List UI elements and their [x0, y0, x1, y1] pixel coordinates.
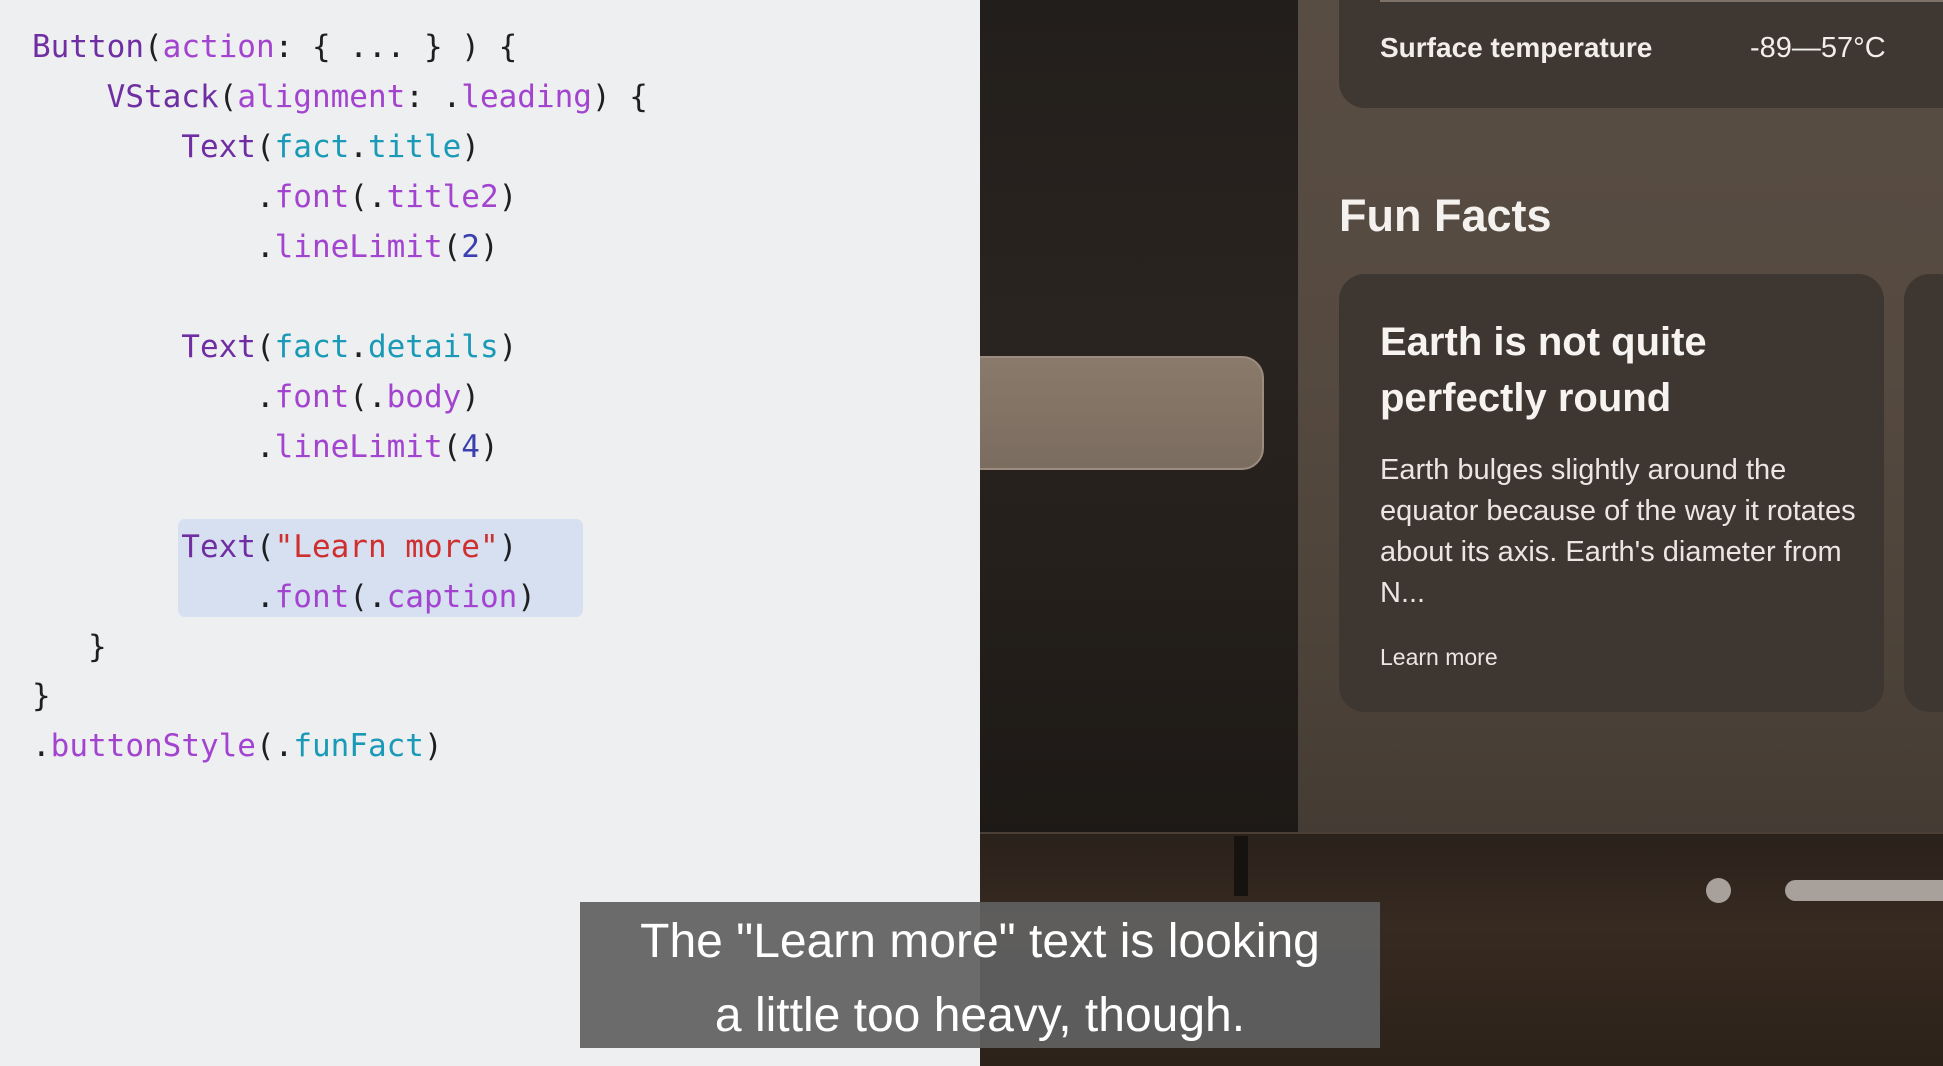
code-token: lineLimit [274, 429, 443, 465]
section-title: Fun Facts [1339, 190, 1552, 241]
code-token: font [274, 179, 350, 215]
code-token: . [32, 379, 275, 415]
code-token: funFact [293, 728, 424, 764]
code-token: Text [32, 129, 256, 165]
code-token: ( [255, 129, 275, 165]
window-close-dot[interactable] [1706, 878, 1731, 903]
code-token: (. [349, 379, 387, 415]
code-token: ) [423, 728, 443, 764]
code-token: action [162, 29, 275, 65]
code-token: ) [498, 529, 518, 565]
code-token: (. [255, 728, 294, 764]
code-token: ) [479, 429, 499, 465]
code-line: .font(.title2) [32, 172, 517, 222]
code-line: Button(action: { ... } ) { [32, 22, 517, 72]
next-fact-card[interactable] [1904, 274, 1943, 712]
code-token: : . [405, 79, 462, 115]
subtitle-caption: The "Learn more" text is looking a littl… [580, 902, 1380, 1048]
code-line: } [32, 671, 51, 721]
learn-more-label: Learn more [1380, 644, 1498, 670]
side-ornament [980, 356, 1264, 470]
code-token: font [274, 579, 350, 615]
code-token: ) [461, 129, 480, 165]
code-token: ( [143, 29, 163, 65]
code-line: Text("Learn more") [32, 522, 517, 572]
code-token: . [32, 179, 275, 215]
code-token: "Learn more" [274, 529, 499, 565]
code-token: caption [386, 579, 518, 615]
window-grab-bar[interactable] [1785, 880, 1943, 901]
code-token: ) [517, 579, 536, 615]
window-stand [1234, 836, 1248, 896]
temperature-value: -89—57°C [1750, 32, 1886, 64]
code-token: ( [442, 229, 462, 265]
code-line: VStack(alignment: .leading) { [32, 72, 648, 122]
divider [1380, 0, 1943, 2]
code-token: . [349, 129, 368, 165]
code-line: .font(.caption) [32, 572, 536, 622]
temperature-label: Surface temperature [1380, 32, 1653, 63]
code-line: Text(fact.title) [32, 122, 480, 172]
fact-details: Earth bulges slightly around the equator… [1380, 454, 1856, 609]
code-token: ( [255, 529, 275, 565]
code-line: .font(.body) [32, 372, 480, 422]
code-line: .lineLimit(4) [32, 422, 499, 472]
code-token: alignment [237, 79, 406, 115]
code-token: VStack [32, 79, 219, 115]
code-token: (. [349, 179, 387, 215]
code-token: details [367, 329, 499, 365]
code-token: fact [274, 129, 350, 165]
code-token: ( [255, 329, 275, 365]
code-token: . [349, 329, 368, 365]
code-token: 4 [461, 429, 480, 465]
fact-title: Earth is not quite perfectly round [1380, 320, 1707, 420]
caption-line-1: The "Learn more" text is looking [640, 915, 1320, 968]
floor-edge [980, 832, 1943, 834]
code-token: ) [498, 179, 518, 215]
code-token: (. [349, 579, 387, 615]
code-token: : { ... } ) { [274, 29, 518, 65]
code-token: 2 [461, 229, 480, 265]
code-token: title2 [386, 179, 499, 215]
code-token: Text [32, 529, 256, 565]
code-token: ) [498, 329, 518, 365]
code-token: . [32, 229, 275, 265]
code-token: ) [461, 379, 480, 415]
caption-line-2: a little too heavy, though. [714, 989, 1246, 1042]
code-line: .buttonStyle(.funFact) [32, 721, 443, 771]
code-token: ) [479, 229, 499, 265]
code-token: leading [461, 79, 592, 115]
code-token: . [32, 579, 275, 615]
code-line: Text(fact.details) [32, 322, 517, 372]
code-token: ( [442, 429, 462, 465]
code-token: lineLimit [274, 229, 443, 265]
code-token: } [32, 629, 107, 665]
code-token: ) { [591, 79, 648, 115]
code-token: font [274, 379, 350, 415]
code-line: .lineLimit(2) [32, 222, 499, 272]
code-token: . [32, 728, 51, 764]
code-token: Text [32, 329, 256, 365]
code-line: } [32, 622, 107, 672]
code-token: . [32, 429, 275, 465]
code-token: buttonStyle [50, 728, 256, 764]
code-token: ( [218, 79, 238, 115]
fun-fact-card-button[interactable]: Earth is not quite perfectly round Earth… [1339, 274, 1884, 712]
code-token: body [386, 379, 462, 415]
code-token: fact [274, 329, 350, 365]
code-token: Button [32, 29, 144, 65]
code-token: title [367, 129, 462, 165]
code-token: } [32, 678, 51, 714]
